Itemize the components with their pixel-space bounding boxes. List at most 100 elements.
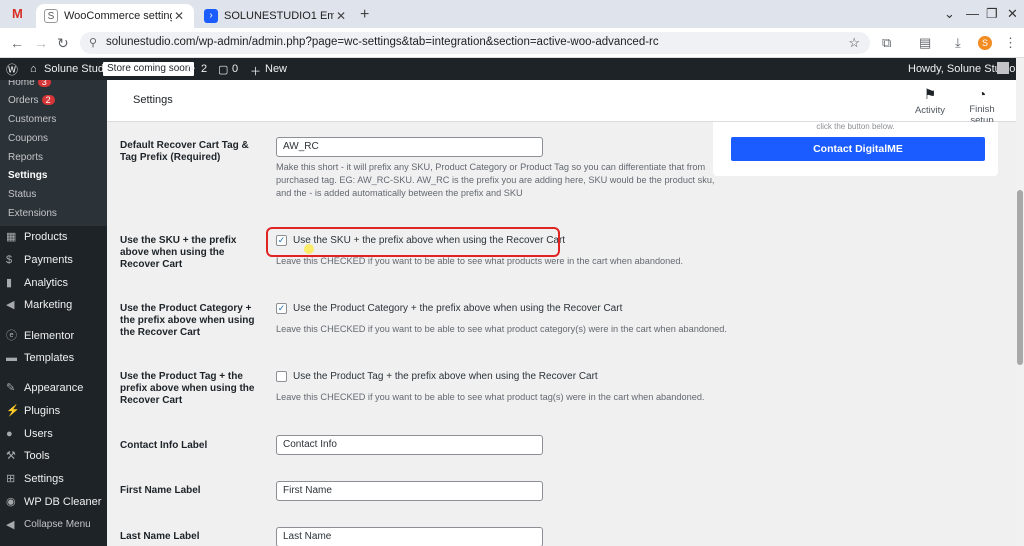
first-name-input[interactable]: First Name xyxy=(276,481,543,501)
new-content-link[interactable]: New xyxy=(265,63,287,75)
site-favicon-icon: › xyxy=(204,9,218,23)
category-checkbox[interactable]: ✓ xyxy=(276,303,287,314)
sidebar-item-users[interactable]: ● Users xyxy=(0,424,107,444)
tab-woocommerce-settings[interactable]: S WooCommerce settings ‹ Solune ✕ xyxy=(36,4,194,28)
bookmark-star-icon[interactable]: ☆ xyxy=(848,35,860,51)
restore-icon[interactable]: ❐ xyxy=(986,6,998,22)
tab-email-marketing[interactable]: › SOLUNESTUDIO1 Email Marketi ✕ xyxy=(196,4,356,28)
page-title: Settings xyxy=(133,94,173,106)
sidebar-item-label: Collapse Menu xyxy=(24,519,91,530)
extensions-icon[interactable]: ⧉ xyxy=(882,35,891,51)
support-note: click the button below. xyxy=(816,122,895,131)
activity-label: Activity xyxy=(914,105,946,116)
activity-button[interactable]: ⚑ Activity xyxy=(905,86,955,116)
sidebar-item-wp-db-cleaner[interactable]: ◉ WP DB Cleaner xyxy=(0,492,107,512)
avatar[interactable] xyxy=(997,62,1009,74)
address-bar[interactable]: ⚲ solunestudio.com/wp-admin/admin.php?pa… xyxy=(80,32,870,54)
updates-icon[interactable]: ⟳ xyxy=(186,63,195,76)
settings-icon: ⊞ xyxy=(6,473,16,485)
woocommerce-header: Settings ⚑ Activity ◔ Finish setup xyxy=(107,80,1016,126)
prefix-input[interactable]: AW_RC xyxy=(276,137,543,157)
close-window-icon[interactable]: ✕ xyxy=(1007,6,1018,22)
sidebar-item-extensions[interactable]: Extensions xyxy=(8,208,57,219)
sidebar-item-settings[interactable]: ⊞ Settings xyxy=(0,469,107,489)
gmail-icon[interactable]: M xyxy=(12,6,30,22)
sidebar-item-label: Marketing xyxy=(24,299,73,311)
sidebar-item-appearance[interactable]: ✎ Appearance xyxy=(0,378,107,398)
comments-icon[interactable]: ▢ xyxy=(218,63,228,76)
profile-avatar[interactable]: S xyxy=(978,36,992,50)
collapse-menu-button[interactable]: ◀ Collapse Menu xyxy=(0,515,107,535)
updates-count[interactable]: 2 xyxy=(201,63,207,75)
support-card: click the button below. Contact DigitalM… xyxy=(713,122,998,176)
sidebar-item-label: WP DB Cleaner xyxy=(24,496,102,508)
sidebar-item-marketing[interactable]: ◀ Marketing xyxy=(0,295,107,315)
tag-checkbox[interactable] xyxy=(276,371,287,382)
plugins-icon: ⚡ xyxy=(6,405,20,417)
last-name-input[interactable]: Last Name xyxy=(276,527,543,546)
sidebar-item-label: Products xyxy=(24,231,68,243)
reload-icon[interactable]: ↻ xyxy=(57,35,69,52)
comments-count[interactable]: 0 xyxy=(232,63,238,75)
back-icon[interactable]: ← xyxy=(10,35,24,51)
site-info-icon[interactable]: ⚲ xyxy=(89,36,97,49)
minimize-icon[interactable]: — xyxy=(966,6,979,21)
sidebar-item-customers[interactable]: Customers xyxy=(8,114,56,125)
products-icon: ▦ xyxy=(6,231,17,243)
sidebar-item-products[interactable]: ▦ Products xyxy=(0,227,107,247)
wordpress-logo-icon[interactable]: Ⓦ xyxy=(6,61,18,78)
scrollbar-thumb[interactable] xyxy=(1017,190,1023,365)
category-checkbox-row[interactable]: ✓ Use the Product Category + the prefix a… xyxy=(276,303,622,314)
last-name-label: Last Name Label xyxy=(120,531,200,542)
sku-label: Use the SKU + the prefix above when usin… xyxy=(120,235,237,270)
sidebar-item-tools[interactable]: ⚒ Tools xyxy=(0,446,107,466)
menu-kebab-icon[interactable]: ⋮ xyxy=(1004,35,1017,51)
sidebar-item-label: Home xyxy=(8,80,35,88)
first-name-label: First Name Label xyxy=(120,485,201,496)
contact-digitalme-button[interactable]: Contact DigitalME xyxy=(731,137,985,161)
sidebar-item-label: Users xyxy=(24,428,53,440)
count-badge: 3 xyxy=(37,80,51,87)
prefix-label: Default Recover Cart Tag & Tag Prefix (R… xyxy=(120,140,249,163)
sidebar-item-reports[interactable]: Reports xyxy=(8,152,43,163)
url-text: solunestudio.com/wp-admin/admin.php?page… xyxy=(106,36,659,48)
templates-icon: ▬ xyxy=(6,352,17,364)
sidebar-item-label: Orders xyxy=(8,95,39,106)
contact-info-input[interactable]: Contact Info xyxy=(276,435,543,455)
download-icon[interactable]: ⤓ xyxy=(955,35,961,51)
sidebar-item-payments[interactable]: $ Payments xyxy=(0,250,107,270)
sidebar-item-orders[interactable]: Orders 2 xyxy=(8,95,55,106)
admin-sidebar: Home 3 Orders 2 Customers Coupons Reports … xyxy=(0,80,107,546)
flag-icon: ⚑ xyxy=(923,86,937,102)
sidebar-item-status[interactable]: Status xyxy=(8,189,36,200)
reading-list-icon[interactable]: ▤ xyxy=(919,35,931,51)
sidebar-item-coupons[interactable]: Coupons xyxy=(8,133,48,144)
chevron-down-icon[interactable]: ⌄ xyxy=(944,6,955,22)
sidebar-item-plugins[interactable]: ⚡ Plugins xyxy=(0,401,107,421)
tag-checkbox-row[interactable]: Use the Product Tag + the prefix above w… xyxy=(276,371,598,382)
sidebar-item-templates[interactable]: ▬ Templates xyxy=(0,348,107,368)
home-icon[interactable]: ⌂ xyxy=(30,63,37,75)
finish-setup-button[interactable]: ◔ Finish setup xyxy=(957,86,1007,126)
collapse-icon: ◀ xyxy=(6,519,15,531)
analytics-icon: ▮ xyxy=(6,277,13,289)
tab-title: WooCommerce settings ‹ Solune xyxy=(64,10,172,22)
category-checkbox-label: Use the Product Category + the prefix ab… xyxy=(293,303,623,315)
main-content: Settings ⚑ Activity ◔ Finish setup click t… xyxy=(107,80,1016,546)
close-tab-icon[interactable]: ✕ xyxy=(172,9,186,23)
store-coming-soon-badge[interactable]: Store coming soon xyxy=(103,62,195,76)
woocommerce-submenu: Home 3 Orders 2 Customers Coupons Reports … xyxy=(0,80,107,226)
forward-icon[interactable]: → xyxy=(34,35,48,51)
sidebar-item-label: Payments xyxy=(24,254,73,266)
sidebar-item-analytics[interactable]: ▮ Analytics xyxy=(0,273,107,293)
users-icon: ● xyxy=(6,428,13,440)
tools-icon: ⚒ xyxy=(6,450,16,462)
sidebar-item-elementor[interactable]: ⓔ Elementor xyxy=(0,326,107,346)
close-tab-icon[interactable]: ✕ xyxy=(334,9,348,23)
sidebar-item-settings-current[interactable]: Settings xyxy=(8,170,47,181)
tag-checkbox-label: Use the Product Tag + the prefix above w… xyxy=(293,371,598,383)
plus-icon[interactable]: ＋ xyxy=(250,63,261,79)
sidebar-item-label: Tools xyxy=(24,450,50,462)
new-tab-icon[interactable]: + xyxy=(360,6,374,24)
sidebar-item-home[interactable]: Home 3 xyxy=(8,80,51,88)
